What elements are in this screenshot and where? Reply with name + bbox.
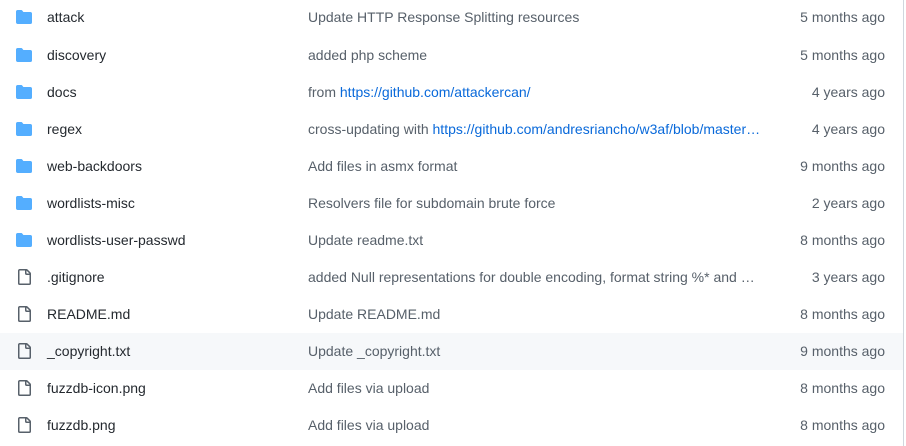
file-row[interactable]: wordlists-user-passwd Update readme.txt …: [0, 222, 903, 259]
commit-message[interactable]: from https://github.com/attackercan/: [308, 84, 768, 100]
file-row[interactable]: fuzzdb-icon.png Add files via upload 8 m…: [0, 370, 903, 407]
file-name-link[interactable]: wordlists-user-passwd: [47, 232, 185, 248]
commit-message[interactable]: Update HTTP Response Splitting resources: [308, 9, 768, 25]
commit-message-text[interactable]: Update HTTP Response Splitting resources: [308, 9, 579, 25]
file-row[interactable]: README.md Update README.md 8 months ago: [0, 296, 903, 333]
commit-message[interactable]: Add files in asmx format: [308, 158, 768, 174]
commit-age: 8 months ago: [800, 417, 885, 433]
commit-message-text[interactable]: Resolvers file for subdomain brute force: [308, 195, 555, 211]
commit-age: 8 months ago: [800, 306, 885, 322]
commit-message-text[interactable]: added php scheme: [308, 47, 427, 63]
folder-icon: [16, 158, 32, 174]
commit-age: 4 years ago: [811, 84, 885, 100]
commit-message[interactable]: Resolvers file for subdomain brute force: [308, 195, 768, 211]
file-row[interactable]: .gitignore added Null representations fo…: [0, 259, 903, 296]
file-name-link[interactable]: attack: [47, 9, 84, 25]
file-row[interactable]: discovery added php scheme 5 months ago: [0, 37, 903, 74]
file-icon: [16, 380, 32, 396]
folder-icon: [16, 196, 32, 210]
file-icon: [18, 306, 31, 322]
commit-age: 8 months ago: [800, 380, 885, 396]
commit-message-text[interactable]: added Null representations for double en…: [308, 269, 755, 285]
folder-icon: [16, 122, 32, 136]
commit-message-text[interactable]: from: [308, 84, 340, 100]
file-icon: [18, 417, 31, 433]
commit-message[interactable]: added Null representations for double en…: [308, 269, 768, 285]
commit-age: 4 years ago: [811, 121, 885, 137]
file-row[interactable]: _copyright.txt Update _copyright.txt 9 m…: [0, 333, 903, 370]
commit-age: 9 months ago: [800, 158, 885, 174]
commit-message[interactable]: cross-updating with https://github.com/a…: [308, 121, 768, 137]
commit-message[interactable]: Update README.md: [308, 306, 768, 322]
commit-message-text[interactable]: Update README.md: [308, 306, 440, 322]
commit-age: 3 years ago: [811, 269, 885, 285]
file-name-link[interactable]: wordlists-misc: [47, 195, 135, 211]
file-row[interactable]: fuzzdb.png Add files via upload 8 months…: [0, 407, 903, 444]
file-name-link[interactable]: README.md: [47, 306, 130, 322]
folder-icon: [16, 47, 32, 63]
commit-message[interactable]: Add files via upload: [308, 380, 768, 396]
folder-icon: [16, 159, 32, 173]
file-icon: [18, 269, 31, 285]
commit-message-link[interactable]: https://github.com/attackercan/: [340, 84, 531, 100]
file-row[interactable]: attack Update HTTP Response Splitting re…: [0, 0, 903, 37]
file-row[interactable]: web-backdoors Add files in asmx format 9…: [0, 148, 903, 185]
folder-icon: [16, 9, 32, 25]
folder-icon: [16, 232, 32, 248]
file-icon: [16, 417, 32, 433]
file-name-link[interactable]: docs: [47, 84, 77, 100]
commit-message-link[interactable]: https://github.com/andresriancho/w3af/bl…: [433, 121, 761, 137]
file-name-link[interactable]: fuzzdb.png: [47, 417, 116, 433]
file-name-link[interactable]: discovery: [47, 47, 106, 63]
file-name-link[interactable]: .gitignore: [47, 269, 105, 285]
folder-icon: [16, 233, 32, 247]
file-list: attack Update HTTP Response Splitting re…: [0, 0, 904, 446]
file-icon: [16, 306, 32, 322]
file-name-link[interactable]: web-backdoors: [47, 158, 142, 174]
commit-message-text[interactable]: Add files via upload: [308, 417, 429, 433]
file-row[interactable]: wordlists-misc Resolvers file for subdom…: [0, 185, 903, 222]
file-row[interactable]: regex cross-updating with https://github…: [0, 111, 903, 148]
commit-age: 8 months ago: [800, 232, 885, 248]
folder-icon: [16, 84, 32, 100]
commit-message-text[interactable]: cross-updating with: [308, 121, 433, 137]
folder-icon: [16, 85, 32, 99]
commit-age: 9 months ago: [800, 343, 885, 359]
file-row[interactable]: docs from https://github.com/attackercan…: [0, 74, 903, 111]
commit-age: 5 months ago: [800, 9, 885, 25]
commit-message[interactable]: Update readme.txt: [308, 232, 768, 248]
file-icon: [16, 343, 32, 359]
folder-icon: [16, 48, 32, 62]
commit-age: 2 years ago: [811, 195, 885, 211]
file-name-link[interactable]: fuzzdb-icon.png: [47, 380, 146, 396]
commit-message-text[interactable]: Add files in asmx format: [308, 158, 457, 174]
folder-icon: [16, 121, 32, 137]
file-icon: [18, 343, 31, 359]
folder-icon: [16, 10, 32, 24]
folder-icon: [16, 195, 32, 211]
commit-message-text[interactable]: Update readme.txt: [308, 232, 423, 248]
commit-message[interactable]: Add files via upload: [308, 417, 768, 433]
file-icon: [16, 269, 32, 285]
commit-message-text[interactable]: Add files via upload: [308, 380, 429, 396]
file-icon: [18, 380, 31, 396]
file-name-link[interactable]: regex: [47, 121, 82, 137]
commit-message[interactable]: Update _copyright.txt: [308, 343, 768, 359]
commit-message-text[interactable]: Update _copyright.txt: [308, 343, 440, 359]
commit-message[interactable]: added php scheme: [308, 47, 768, 63]
commit-age: 5 months ago: [800, 47, 885, 63]
file-name-link[interactable]: _copyright.txt: [47, 343, 130, 359]
